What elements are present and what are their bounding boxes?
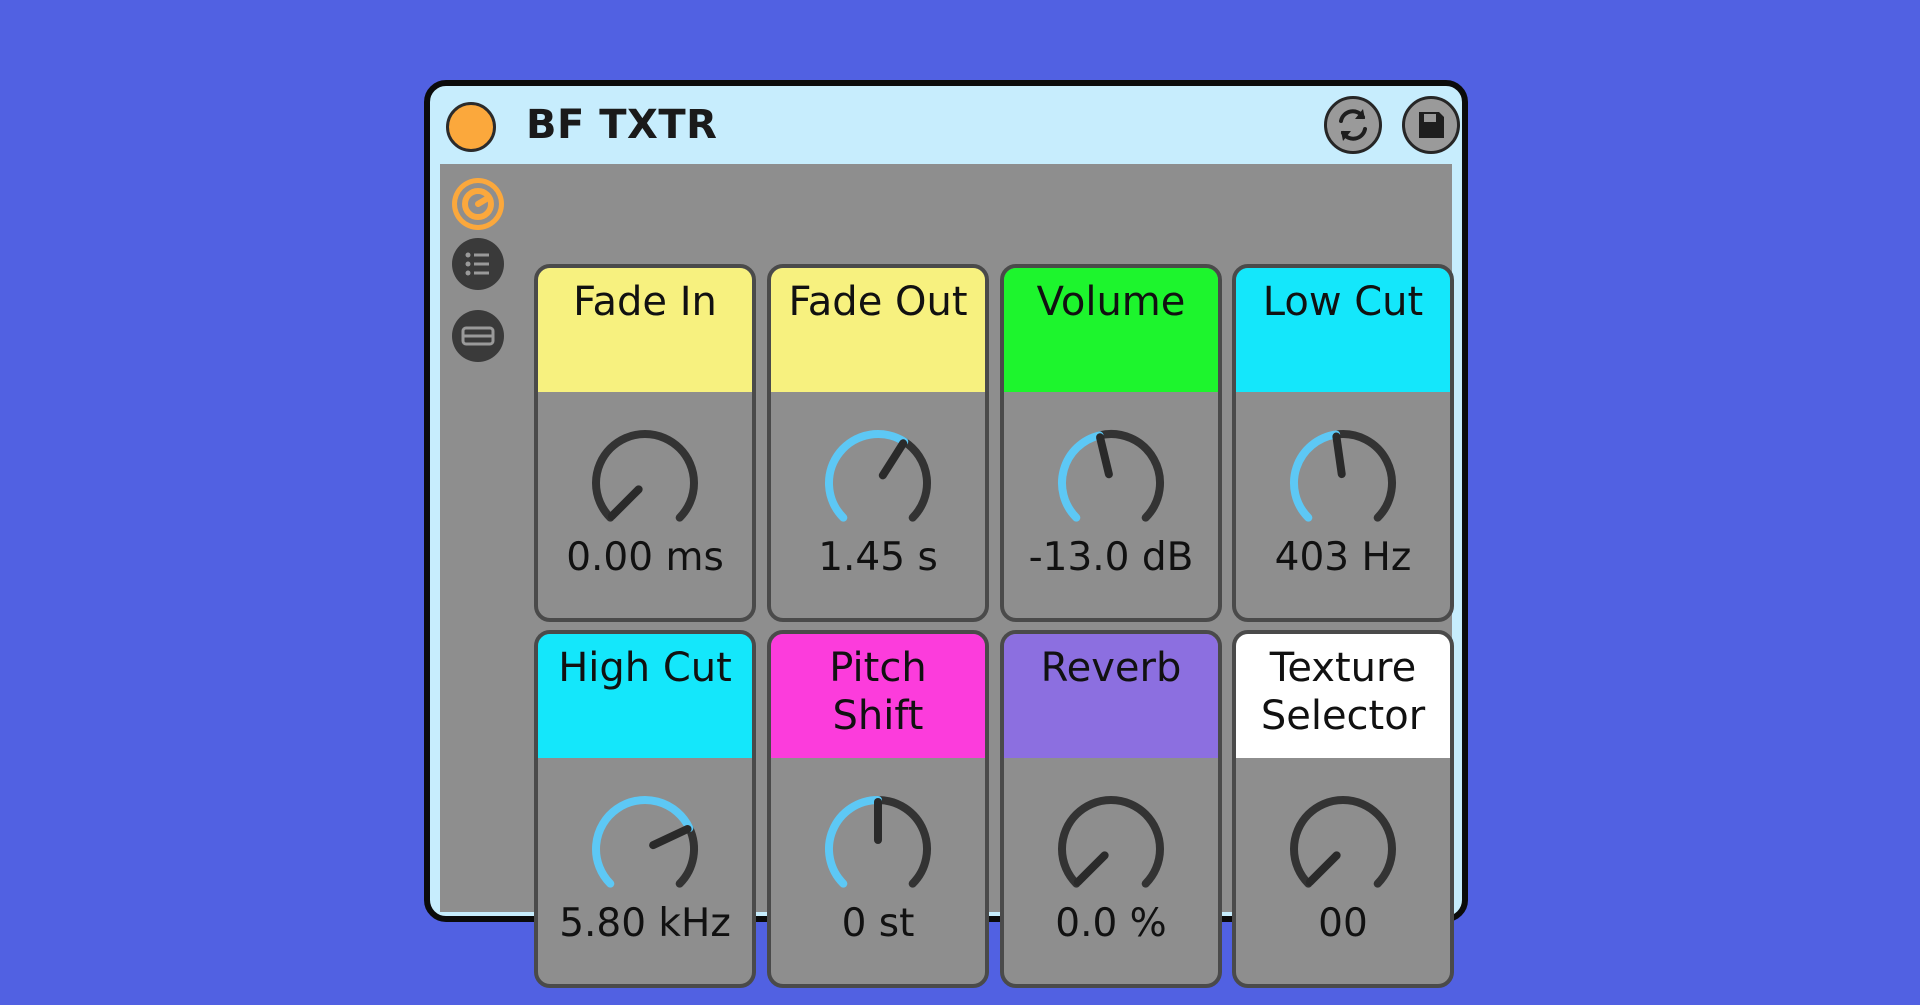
floppy-disk-icon [1419, 112, 1444, 138]
knob-track [1058, 796, 1164, 888]
macro-knob[interactable] [1051, 423, 1171, 543]
macro-header: Fade Out [771, 268, 985, 392]
macro-grid: Fade In 0.00 ms Fade Out 1.45 s Volume -13.0 … [440, 164, 1454, 988]
knob-track [900, 437, 931, 522]
power-toggle-button[interactable] [446, 102, 496, 152]
macro-panel: Fade In 0.00 ms Fade Out 1.45 s Volume -13.0 … [440, 164, 1454, 988]
macro-cell[interactable]: Pitch Shift 0 st [767, 630, 989, 988]
macro-knob[interactable] [585, 423, 705, 543]
knob-pointer [1305, 851, 1341, 887]
macro-value: 0.00 ms [566, 535, 724, 580]
knob-pointer [649, 824, 692, 850]
device-title: BF TXTR [526, 102, 718, 148]
macro-knob[interactable] [818, 789, 938, 909]
macro-header: High Cut [538, 634, 752, 758]
macro-knob[interactable] [818, 423, 938, 543]
macro-cell[interactable]: Texture Selector 00 [1232, 630, 1454, 988]
macro-label: Texture Selector [1260, 645, 1426, 739]
macro-label: Fade Out [788, 279, 968, 325]
macro-cell[interactable]: Fade In 0.00 ms [534, 264, 756, 622]
macro-header: Low Cut [1236, 268, 1450, 392]
macro-knob[interactable] [1051, 789, 1171, 909]
save-button[interactable] [1402, 96, 1460, 154]
macro-label: Pitch Shift [829, 645, 927, 739]
macro-knob[interactable] [1283, 423, 1403, 543]
macro-header: Texture Selector [1236, 634, 1450, 758]
knob-track [874, 796, 931, 888]
macro-value: -13.0 dB [1028, 535, 1194, 580]
knob-track [1290, 796, 1396, 888]
knob-pointer [1332, 432, 1346, 479]
refresh-arrows-icon [1339, 109, 1367, 141]
macro-cell[interactable]: Low Cut 403 Hz [1232, 264, 1454, 622]
macro-label: Low Cut [1262, 279, 1424, 325]
macro-value: 403 Hz [1274, 535, 1412, 580]
macro-value: 1.45 s [818, 535, 938, 580]
macro-cell[interactable]: Fade Out 1.45 s [767, 264, 989, 622]
macro-header: Fade In [538, 268, 752, 392]
macro-cell[interactable]: Reverb 0.0 % [1000, 630, 1222, 988]
device-window: BF TXTR Fade In 0.00 ms Fade Out 1.45 s … [424, 80, 1468, 988]
knob-pointer [1096, 433, 1113, 479]
macro-value: 0 st [841, 901, 915, 946]
macro-header: Volume [1004, 268, 1218, 392]
macro-header: Reverb [1004, 634, 1218, 758]
macro-value: 5.80 kHz [559, 901, 731, 946]
macro-header: Pitch Shift [771, 634, 985, 758]
knob-value-arc [1290, 430, 1341, 522]
knob-pointer [1073, 851, 1109, 887]
macro-knob[interactable] [1283, 789, 1403, 909]
macro-value: 00 [1318, 901, 1368, 946]
title-bar: BF TXTR [430, 86, 1462, 164]
knob-value-arc [1058, 431, 1104, 522]
macro-label: High Cut [558, 645, 732, 691]
knob-value-arc [825, 430, 909, 522]
knob-pointer [607, 485, 643, 521]
knob-track [592, 430, 698, 522]
knob-pointer [878, 439, 908, 480]
refresh-button[interactable] [1324, 96, 1382, 154]
macro-label: Reverb [1040, 645, 1182, 691]
macro-label: Volume [1036, 279, 1186, 325]
macro-cell[interactable]: Volume -13.0 dB [1000, 264, 1222, 622]
macro-label: Fade In [573, 279, 717, 325]
macro-value: 0.0 % [1055, 901, 1167, 946]
macro-cell[interactable]: High Cut 5.80 kHz [534, 630, 756, 988]
macro-knob[interactable] [585, 789, 705, 909]
knob-value-arc [825, 796, 882, 888]
knob-track [675, 824, 698, 888]
knob-value-arc [592, 796, 694, 888]
